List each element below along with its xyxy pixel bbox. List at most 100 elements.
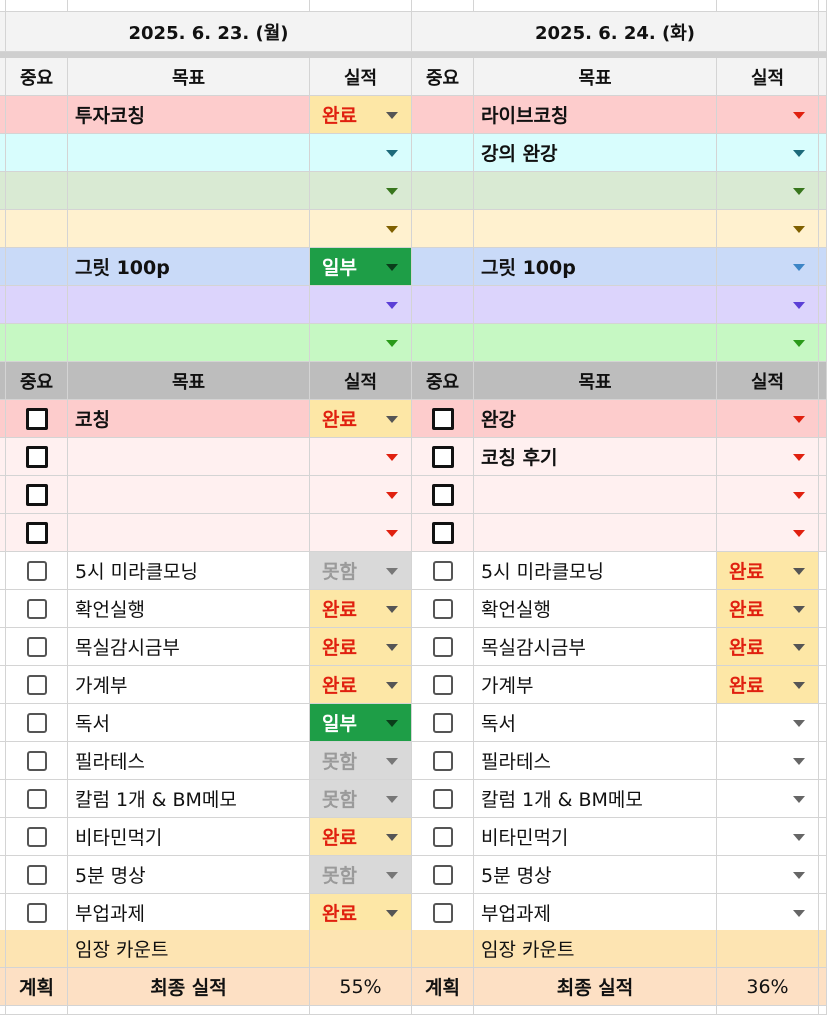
status-dropdown[interactable]: 완료 xyxy=(717,552,818,589)
task-goal-cell[interactable]: 독서 xyxy=(68,704,310,742)
status-dropdown[interactable] xyxy=(717,286,818,323)
status-dropdown[interactable] xyxy=(717,134,818,171)
task-result-cell[interactable]: 완료 xyxy=(310,400,412,438)
dropdown-arrow-icon[interactable] xyxy=(386,491,398,499)
header-importance[interactable]: 중요 xyxy=(6,58,68,96)
result-cell[interactable] xyxy=(717,248,819,286)
result-cell[interactable]: 완료 xyxy=(310,96,412,134)
task-goal-cell[interactable]: 가계부 xyxy=(68,666,310,704)
dropdown-arrow-icon[interactable] xyxy=(386,795,398,803)
dropdown-arrow-icon[interactable] xyxy=(793,795,805,803)
dropdown-arrow-icon[interactable] xyxy=(386,187,398,195)
goal-cell[interactable] xyxy=(68,172,310,210)
checkbox-cell[interactable] xyxy=(6,818,68,856)
importance-cell[interactable] xyxy=(6,286,68,324)
status-dropdown[interactable] xyxy=(310,514,411,551)
status-dropdown[interactable] xyxy=(717,248,818,285)
status-dropdown[interactable] xyxy=(717,400,818,437)
task-result-cell[interactable]: 못함 xyxy=(310,552,412,590)
task-result-cell[interactable]: 완료 xyxy=(717,666,819,704)
status-dropdown[interactable]: 못함 xyxy=(310,856,411,893)
task-result-cell[interactable] xyxy=(717,742,819,780)
status-dropdown[interactable] xyxy=(717,96,818,133)
task-result-cell[interactable]: 완료 xyxy=(310,894,412,932)
result-cell[interactable] xyxy=(310,286,412,324)
dropdown-arrow-icon[interactable] xyxy=(793,187,805,195)
status-dropdown[interactable] xyxy=(310,438,411,475)
dropdown-arrow-icon[interactable] xyxy=(793,339,805,347)
status-dropdown[interactable]: 완료 xyxy=(717,590,818,627)
checkbox[interactable] xyxy=(431,483,454,506)
status-dropdown[interactable]: 완료 xyxy=(310,666,411,703)
goal-cell[interactable] xyxy=(474,210,717,248)
task-goal-cell[interactable]: 가계부 xyxy=(474,666,717,704)
checkbox[interactable] xyxy=(26,560,47,581)
checkbox[interactable] xyxy=(26,598,47,619)
dropdown-arrow-icon[interactable] xyxy=(386,909,398,917)
task-goal-cell[interactable] xyxy=(68,514,310,552)
dropdown-arrow-icon[interactable] xyxy=(793,757,805,765)
result-cell[interactable] xyxy=(310,324,412,362)
checkbox-cell[interactable] xyxy=(412,476,474,514)
checkbox[interactable] xyxy=(431,521,454,544)
task-goal-cell[interactable]: 확언실행 xyxy=(68,590,310,628)
dropdown-arrow-icon[interactable] xyxy=(386,757,398,765)
dropdown-arrow-icon[interactable] xyxy=(793,529,805,537)
checkbox[interactable] xyxy=(432,788,453,809)
task-result-cell[interactable] xyxy=(717,514,819,552)
task-goal-cell[interactable]: 코칭 후기 xyxy=(474,438,717,476)
importance-cell[interactable] xyxy=(412,286,474,324)
header-importance[interactable]: 중요 xyxy=(412,58,474,96)
dropdown-arrow-icon[interactable] xyxy=(386,339,398,347)
checkbox-cell[interactable] xyxy=(6,628,68,666)
task-goal-cell[interactable]: 목실감시금부 xyxy=(68,628,310,666)
task-goal-cell[interactable]: 필라테스 xyxy=(474,742,717,780)
status-dropdown[interactable]: 못함 xyxy=(310,780,411,817)
dropdown-arrow-icon[interactable] xyxy=(386,643,398,651)
task-goal-cell[interactable]: 목실감시금부 xyxy=(474,628,717,666)
status-dropdown[interactable] xyxy=(717,476,818,513)
dropdown-arrow-icon[interactable] xyxy=(386,225,398,233)
count-label-day2[interactable]: 임장 카운트 xyxy=(474,930,717,968)
checkbox[interactable] xyxy=(432,674,453,695)
status-dropdown[interactable]: 완료 xyxy=(310,628,411,665)
checkbox[interactable] xyxy=(25,445,48,468)
checkbox-cell[interactable] xyxy=(412,894,474,932)
final-result-value-day2[interactable]: 36% xyxy=(717,968,819,1006)
status-dropdown[interactable]: 완료 xyxy=(717,666,818,703)
task-goal-cell[interactable] xyxy=(68,476,310,514)
importance-cell[interactable] xyxy=(6,324,68,362)
checkbox-cell[interactable] xyxy=(412,704,474,742)
task-goal-cell[interactable]: 비타민먹기 xyxy=(474,818,717,856)
header-importance[interactable]: 중요 xyxy=(412,362,474,400)
dropdown-arrow-icon[interactable] xyxy=(793,415,805,423)
header-importance[interactable]: 중요 xyxy=(6,362,68,400)
header-result[interactable]: 실적 xyxy=(310,362,412,400)
goal-cell[interactable] xyxy=(68,324,310,362)
dropdown-arrow-icon[interactable] xyxy=(386,871,398,879)
task-goal-cell[interactable]: 5시 미라클모닝 xyxy=(68,552,310,590)
task-goal-cell[interactable]: 코칭 xyxy=(68,400,310,438)
dropdown-arrow-icon[interactable] xyxy=(793,225,805,233)
goal-cell[interactable]: 그릿 100p xyxy=(474,248,717,286)
date-header-day1[interactable]: 2025. 6. 23. (월) xyxy=(6,12,412,52)
count-label-day1[interactable]: 임장 카운트 xyxy=(68,930,310,968)
dropdown-arrow-icon[interactable] xyxy=(386,453,398,461)
goal-cell[interactable]: 투자코칭 xyxy=(68,96,310,134)
goal-cell[interactable] xyxy=(474,286,717,324)
checkbox[interactable] xyxy=(26,864,47,885)
checkbox[interactable] xyxy=(432,598,453,619)
plan-label-day1[interactable]: 계획 xyxy=(6,968,68,1006)
status-dropdown[interactable] xyxy=(310,286,411,323)
status-dropdown[interactable]: 일부 xyxy=(310,704,411,741)
status-dropdown[interactable] xyxy=(310,324,411,361)
checkbox-cell[interactable] xyxy=(6,780,68,818)
status-dropdown[interactable]: 완료 xyxy=(310,96,411,133)
result-cell[interactable] xyxy=(310,134,412,172)
task-result-cell[interactable] xyxy=(310,438,412,476)
checkbox[interactable] xyxy=(432,902,453,923)
status-dropdown[interactable]: 일부 xyxy=(310,248,411,285)
checkbox-cell[interactable] xyxy=(6,666,68,704)
task-result-cell[interactable] xyxy=(717,780,819,818)
checkbox-cell[interactable] xyxy=(412,856,474,894)
